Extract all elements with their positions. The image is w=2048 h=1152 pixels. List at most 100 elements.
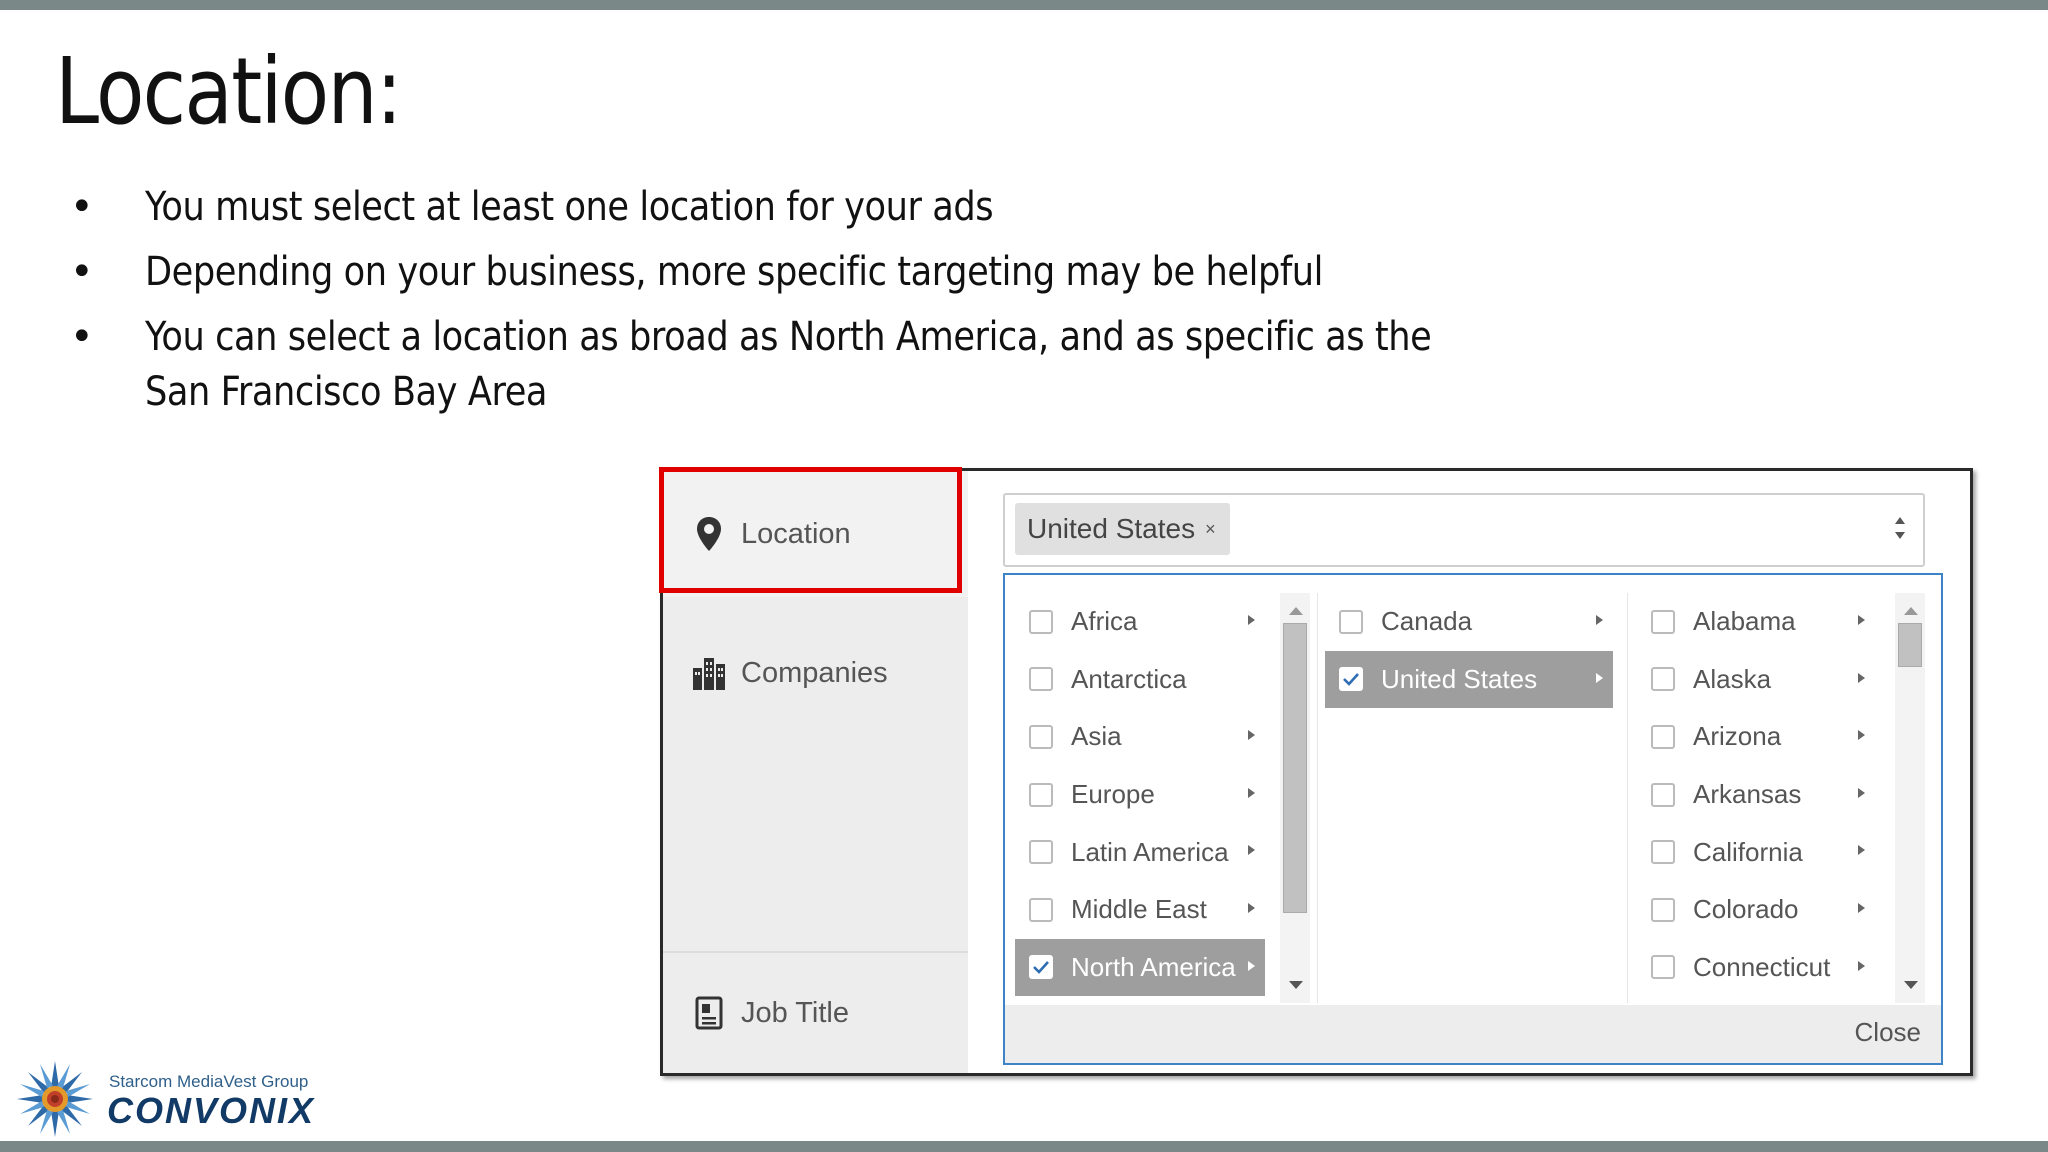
list-item-label: Alabama [1693, 606, 1796, 637]
nav-item-job-title[interactable]: Job Title [663, 953, 968, 1073]
list-item-label: Africa [1071, 606, 1138, 637]
dropdown-footer: Close [1005, 1005, 1941, 1063]
chevron-right-icon[interactable] [1248, 787, 1255, 798]
location-select-input[interactable]: United States × [1003, 493, 1925, 567]
country-list: Canada United States [1325, 593, 1613, 709]
checkbox[interactable] [1029, 724, 1053, 749]
company-logo: Starcom MediaVest Group CONVONIX [12, 1060, 342, 1138]
list-item[interactable]: Colorado [1637, 881, 1875, 939]
checkbox-checked[interactable] [1029, 955, 1053, 980]
column-divider [1627, 593, 1628, 1003]
close-button[interactable]: Close [1855, 1017, 1921, 1048]
list-item-label: California [1693, 836, 1803, 867]
chevron-right-icon[interactable] [1248, 960, 1255, 971]
checkbox[interactable] [1029, 667, 1053, 692]
list-item[interactable]: Asia [1015, 708, 1265, 766]
list-item[interactable]: Arkansas [1637, 766, 1875, 824]
checkbox[interactable] [1029, 840, 1053, 865]
targeting-panel-screenshot: Location Companies Job Title United Stat… [660, 468, 1973, 1076]
bullet-item: • Depending on your business, more specif… [70, 249, 1324, 295]
scroll-thumb[interactable] [1898, 623, 1922, 667]
selected-location-chip[interactable]: United States × [1015, 503, 1230, 555]
chip-remove-icon[interactable]: × [1205, 519, 1216, 540]
list-item[interactable]: Connecticut [1637, 939, 1875, 997]
region-scrollbar[interactable] [1280, 593, 1310, 1003]
logo-tagline: Starcom MediaVest Group [109, 1072, 309, 1091]
slide-title: Location: [55, 38, 403, 145]
nav-label-companies: Companies [741, 656, 888, 689]
sort-updown-icon[interactable] [1893, 513, 1907, 543]
scroll-up-icon[interactable] [1904, 607, 1918, 615]
list-item[interactable]: Antarctica [1015, 651, 1265, 709]
list-item[interactable]: California [1637, 823, 1875, 881]
checkbox[interactable] [1651, 840, 1675, 865]
list-item[interactable]: Arizona [1637, 708, 1875, 766]
bullet-list: • You must select at least one location f… [60, 180, 1760, 430]
list-item-label: Arkansas [1693, 779, 1802, 810]
state-list: Alabama Alaska Arizona Arkansas California Co… [1637, 593, 1875, 996]
list-item[interactable]: Alaska [1637, 651, 1875, 709]
list-item-label: Europe [1071, 779, 1155, 810]
chevron-right-icon[interactable] [1858, 845, 1865, 856]
id-badge-icon [691, 995, 727, 1031]
column-divider [1317, 593, 1318, 1003]
list-item-label: Latin America [1071, 836, 1229, 867]
nav-label-job-title: Job Title [741, 996, 849, 1029]
chevron-right-icon[interactable] [1248, 902, 1255, 913]
chevron-right-icon[interactable] [1248, 845, 1255, 856]
chevron-right-icon[interactable] [1858, 730, 1865, 741]
list-item-label: Middle East [1071, 894, 1207, 925]
region-list: Africa Antarctica Asia Europe Latin America M… [1015, 593, 1265, 997]
checkbox-checked[interactable] [1339, 667, 1363, 692]
checkbox[interactable] [1651, 955, 1675, 980]
list-item[interactable]: North America [1015, 938, 1265, 997]
list-item[interactable]: Alabama [1637, 593, 1875, 651]
top-accent-bar [0, 0, 2048, 10]
scroll-up-icon[interactable] [1289, 607, 1303, 615]
list-item[interactable]: Europe [1015, 766, 1265, 824]
targeting-sidebar: Location Companies Job Title [663, 471, 968, 1073]
checkbox[interactable] [1651, 609, 1675, 634]
chevron-right-icon[interactable] [1858, 902, 1865, 913]
chevron-right-icon[interactable] [1858, 787, 1865, 798]
list-item-label: North America [1071, 951, 1236, 982]
bullet-item: • You can select a location as broad as N… [70, 314, 1432, 415]
starburst-logo-icon [17, 1061, 93, 1137]
chevron-right-icon[interactable] [1596, 672, 1603, 683]
checkmark-icon [1343, 673, 1359, 687]
list-item-label: Antarctica [1071, 663, 1187, 694]
bottom-accent-bar [0, 1141, 2048, 1152]
chevron-right-icon[interactable] [1596, 615, 1603, 625]
scroll-down-icon[interactable] [1289, 981, 1303, 989]
checkbox[interactable] [1029, 897, 1053, 922]
location-dropdown: Africa Antarctica Asia Europe Latin America M… [1003, 573, 1943, 1065]
chevron-right-icon[interactable] [1858, 672, 1865, 683]
nav-item-companies[interactable]: Companies [663, 613, 968, 733]
list-item[interactable]: Latin America [1015, 823, 1265, 881]
nav-item-location[interactable]: Location [663, 471, 968, 597]
scroll-down-icon[interactable] [1904, 981, 1918, 989]
checkbox[interactable] [1651, 782, 1675, 807]
chevron-right-icon[interactable] [1858, 615, 1865, 625]
checkbox[interactable] [1339, 609, 1363, 634]
building-icon [691, 655, 727, 691]
list-item-label: Colorado [1693, 894, 1799, 925]
checkbox[interactable] [1651, 667, 1675, 692]
list-item[interactable]: Middle East [1015, 881, 1265, 939]
chevron-right-icon[interactable] [1248, 615, 1255, 625]
list-item-label: Asia [1071, 721, 1122, 752]
nav-label-location: Location [741, 517, 851, 550]
checkbox[interactable] [1029, 609, 1053, 634]
list-item[interactable]: United States [1325, 650, 1613, 709]
checkbox[interactable] [1651, 724, 1675, 749]
chevron-right-icon[interactable] [1248, 730, 1255, 741]
checkbox[interactable] [1651, 897, 1675, 922]
list-item[interactable]: Canada [1325, 593, 1613, 651]
checkbox[interactable] [1029, 782, 1053, 807]
state-scrollbar[interactable] [1895, 593, 1925, 1003]
list-item[interactable]: Africa [1015, 593, 1265, 651]
list-item-label: Arizona [1693, 721, 1782, 752]
scroll-thumb[interactable] [1283, 623, 1307, 913]
list-item-label: Alaska [1693, 663, 1772, 694]
chevron-right-icon[interactable] [1858, 960, 1865, 971]
